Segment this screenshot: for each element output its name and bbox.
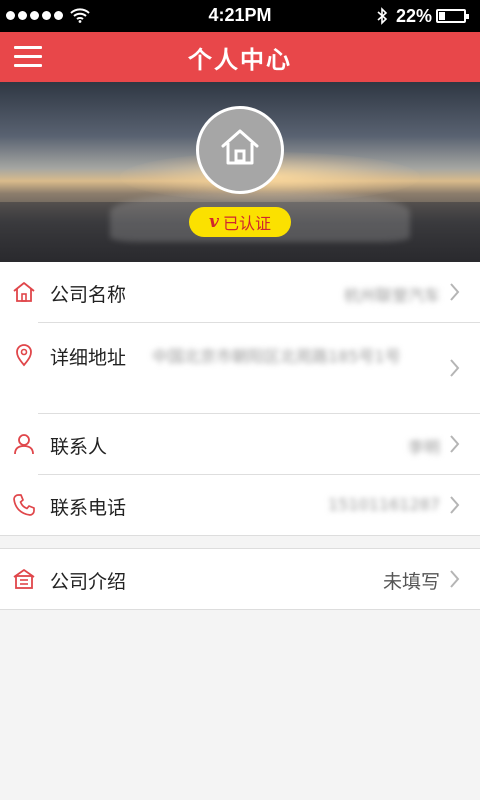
company-intro-list: 公司介绍 未填写	[0, 548, 480, 610]
store-icon	[13, 569, 35, 589]
verified-badge: v 已认证	[189, 207, 291, 237]
battery-icon	[436, 9, 469, 23]
verified-label: 已认证	[222, 214, 271, 233]
location-pin-icon	[16, 344, 32, 367]
company-info-list: 公司名称 杭州联誉汽车 详细地址 中国北京市朝阳区北苑路185号1号 联系人 李…	[0, 262, 480, 536]
battery-percentage: 22%	[396, 6, 433, 26]
person-icon	[14, 434, 34, 455]
phone-icon	[13, 494, 35, 516]
row-label: 公司介绍	[50, 571, 127, 593]
row-value: 杭州联誉汽车	[343, 286, 440, 305]
chevron-right-icon	[450, 359, 460, 377]
row-label: 公司名称	[50, 284, 127, 306]
row-contact-phone[interactable]: 联系电话 15101161287	[0, 475, 480, 535]
status-bar: 4:21PM 22%	[0, 0, 480, 32]
chevron-right-icon	[450, 496, 460, 514]
row-label: 联系人	[50, 436, 108, 458]
verified-icon: v	[209, 212, 219, 232]
page-title: 个人中心	[188, 46, 292, 74]
row-label: 详细地址	[50, 347, 127, 369]
house-icon	[221, 129, 259, 165]
row-company-intro[interactable]: 公司介绍 未填写	[0, 549, 480, 609]
row-value: 李明	[407, 438, 440, 457]
avatar[interactable]	[196, 106, 284, 194]
row-detailed-address[interactable]: 详细地址 中国北京市朝阳区北苑路185号1号	[0, 323, 480, 413]
row-value: 15101161287	[328, 495, 440, 514]
bluetooth-icon	[377, 7, 388, 25]
profile-banner: v 已认证	[0, 82, 480, 262]
chevron-right-icon	[450, 283, 460, 301]
house-icon	[13, 282, 35, 302]
nav-bar: 个人中心	[0, 32, 480, 82]
row-company-name[interactable]: 公司名称 杭州联誉汽车	[0, 262, 480, 322]
row-label: 联系电话	[50, 497, 127, 519]
row-contact-person[interactable]: 联系人 李明	[0, 414, 480, 474]
row-value: 未填写	[382, 571, 440, 593]
chevron-right-icon	[450, 435, 460, 453]
chevron-right-icon	[450, 570, 460, 588]
row-value: 中国北京市朝阳区北苑路185号1号	[152, 347, 401, 366]
